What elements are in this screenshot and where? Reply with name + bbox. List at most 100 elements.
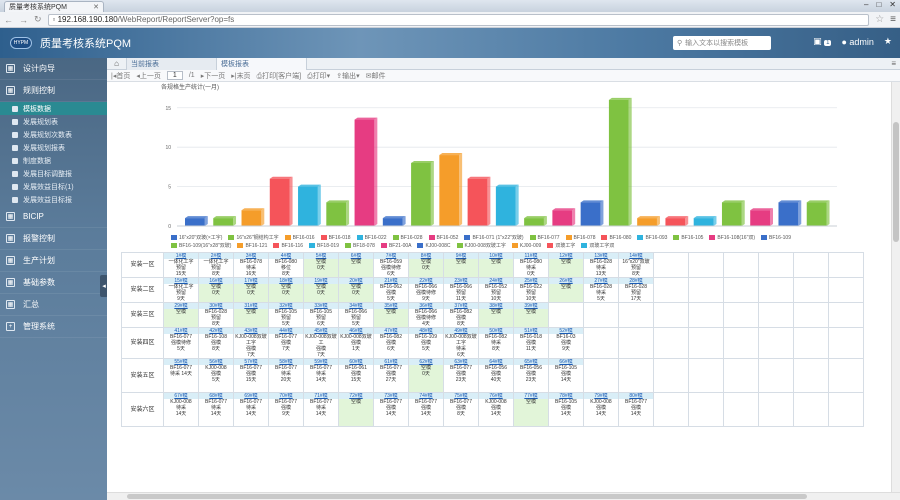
legend-entry[interactable]: BF16-121 (237, 242, 267, 249)
chart-bar[interactable] (411, 160, 434, 226)
sidebar-subitem-1[interactable]: 发展规划表 (0, 115, 107, 128)
legend-entry[interactable]: BF16-109 (761, 234, 791, 241)
chart-bar[interactable] (778, 200, 802, 226)
chart-bar[interactable] (326, 200, 350, 226)
horizontal-scrollbar[interactable] (107, 492, 900, 500)
minimize-icon[interactable]: – (864, 0, 868, 9)
legend-entry[interactable]: BF16-071 (1"x22"双玻) (464, 234, 524, 241)
vertical-scrollbar[interactable] (891, 82, 900, 492)
sidebar-item-alarm[interactable]: ▦ 报警控制 (0, 228, 107, 250)
chart-bar[interactable] (269, 176, 293, 226)
legend-entry[interactable]: 16"x20"双玻(×工字) (171, 234, 222, 241)
chart-bar[interactable] (213, 216, 237, 226)
sidebar-item-rules[interactable]: ▦ 规则控制 (0, 80, 107, 102)
template-search-input[interactable]: ⚲ 输入文本以搜索模板 (673, 36, 771, 50)
chart-bar[interactable] (552, 208, 576, 226)
sidebar-subitem-4[interactable]: 制度数据 (0, 154, 107, 167)
prev-page-button[interactable]: ◂上一页 (136, 71, 161, 81)
tab-current-report[interactable]: 当前报表 (127, 57, 217, 70)
sidebar-item-bicip[interactable]: ▦ BICIP (0, 206, 107, 228)
vertical-scroll-thumb[interactable] (893, 122, 899, 242)
legend-entry[interactable]: BF16-077 (529, 234, 560, 241)
legend-entry[interactable]: BF16-109(16"x28"双玻) (171, 242, 231, 249)
chart-bar[interactable] (721, 200, 745, 226)
legend-entry[interactable]: BF16-052 (428, 234, 458, 241)
maximize-icon[interactable]: □ (876, 0, 881, 9)
legend-entry[interactable]: BF16-080 (601, 234, 631, 241)
sidebar-subitem-2[interactable]: 发展规划次数表 (0, 128, 107, 141)
chart-bar[interactable] (354, 117, 378, 226)
legend-entry[interactable]: KJ00-008C (417, 242, 451, 249)
forward-icon[interactable]: → (19, 15, 28, 25)
sidebar-item-design[interactable]: ▦ 设计向导 (0, 58, 107, 80)
browser-menu-icon[interactable]: ≡ (890, 14, 896, 25)
chart-bar[interactable] (241, 208, 265, 226)
tabs-menu-icon[interactable]: ≡ (891, 59, 900, 68)
last-page-button[interactable]: ▸|末页 (231, 71, 250, 81)
legend-entry[interactable]: BF16-105 (673, 234, 703, 241)
chart-bar[interactable] (467, 176, 491, 226)
first-page-button[interactable]: |◂首页 (111, 71, 130, 81)
chart-bar[interactable] (665, 216, 689, 226)
legend-entry[interactable]: BF16-022 (356, 234, 387, 241)
chart-bar[interactable] (693, 216, 717, 226)
chart-bar[interactable] (580, 200, 604, 226)
favorite-star-icon[interactable]: ★ (884, 36, 892, 47)
chart-bar[interactable] (382, 216, 406, 226)
legend-entry[interactable]: BF16-018 (320, 234, 351, 241)
chart-bar[interactable] (608, 97, 632, 226)
legend-entry[interactable]: 双玻工字双 (581, 242, 614, 249)
home-icon[interactable]: ⌂ (107, 57, 127, 70)
sidebar-item-admin[interactable]: + 管理系统 (0, 316, 107, 338)
chart-bar[interactable] (185, 216, 208, 226)
sidebar-item-plan[interactable]: ▦ 生产计划 (0, 250, 107, 272)
reload-icon[interactable]: ↻ (34, 14, 42, 25)
legend-entry[interactable]: 16"x26"钢结构工字 (228, 234, 279, 241)
chart-bar[interactable] (439, 153, 463, 226)
horizontal-scroll-thumb[interactable] (127, 494, 807, 499)
tab-template-report[interactable]: 模板报表 (217, 57, 307, 70)
chart-bar[interactable] (750, 208, 773, 226)
legend-entry[interactable]: 双玻工字 (547, 242, 575, 249)
chart-bar[interactable] (637, 216, 660, 226)
sidebar-subitem-0[interactable]: 模板数据 (0, 102, 107, 115)
close-tab-icon[interactable]: ✕ (93, 3, 99, 11)
export-button[interactable]: ⇪输出▾ (336, 71, 359, 81)
mail-button[interactable]: ✉邮件 (366, 71, 386, 81)
legend-entry[interactable]: BF16-093 (637, 234, 667, 241)
mold-cell: 8#模 空模 0天 (408, 252, 444, 278)
sidebar-subitem-5[interactable]: 发展目标调整报 (0, 167, 107, 180)
legend-entry[interactable]: BF18-078 (345, 242, 375, 249)
user-menu[interactable]: ● admin (841, 37, 873, 47)
chart-bar[interactable] (524, 216, 547, 226)
legend-entry[interactable]: BF16-028 (392, 234, 423, 241)
sidebar-subitem-6[interactable]: 发展效益目标(1) (0, 180, 107, 193)
legend-entry[interactable]: KJ00-009 (511, 242, 541, 249)
print-button[interactable]: ⎙打印▾ (307, 71, 330, 81)
legend-entry[interactable]: BF16-116 (273, 242, 303, 249)
notification-icon[interactable]: ▣ 1 (813, 36, 832, 47)
chart-bar[interactable] (806, 200, 830, 226)
chart-bar[interactable] (298, 184, 321, 226)
chart-bar[interactable] (495, 184, 519, 226)
browser-tab[interactable]: 质量考核系统PQM ✕ (4, 1, 104, 12)
bookmark-star-icon[interactable]: ☆ (875, 14, 884, 25)
user-name: admin (849, 36, 874, 47)
legend-entry[interactable]: BF16-108(16"双) (709, 234, 755, 241)
legend-entry[interactable]: BF16-078 (565, 234, 595, 241)
mold-cell-text: 14天 (560, 377, 572, 383)
legend-entry[interactable]: BF21-00A (380, 242, 411, 249)
url-input[interactable]: ▫ 192.168.190.180 /WebReport/ReportServe… (47, 13, 870, 26)
sidebar-item-summary[interactable]: ▦ 汇总 (0, 294, 107, 316)
close-window-icon[interactable]: ✕ (889, 0, 896, 9)
legend-entry[interactable]: BF18-019 (309, 242, 339, 249)
page-number-input[interactable]: 1 (166, 71, 183, 80)
sidebar-subitem-7[interactable]: 发展效益目标报 (0, 193, 107, 206)
next-page-button[interactable]: ▸下一页 (201, 71, 226, 81)
back-icon[interactable]: ← (4, 15, 13, 25)
sidebar-item-params[interactable]: ▦ 基础参数 (0, 272, 107, 294)
legend-entry[interactable]: KJ00-008双玻工字 (456, 242, 506, 249)
sidebar-subitem-3[interactable]: 发展规划报表 (0, 141, 107, 154)
print-client-button[interactable]: ⎙打印[客户端] (257, 71, 302, 81)
legend-entry[interactable]: BF16-016 (284, 234, 315, 241)
